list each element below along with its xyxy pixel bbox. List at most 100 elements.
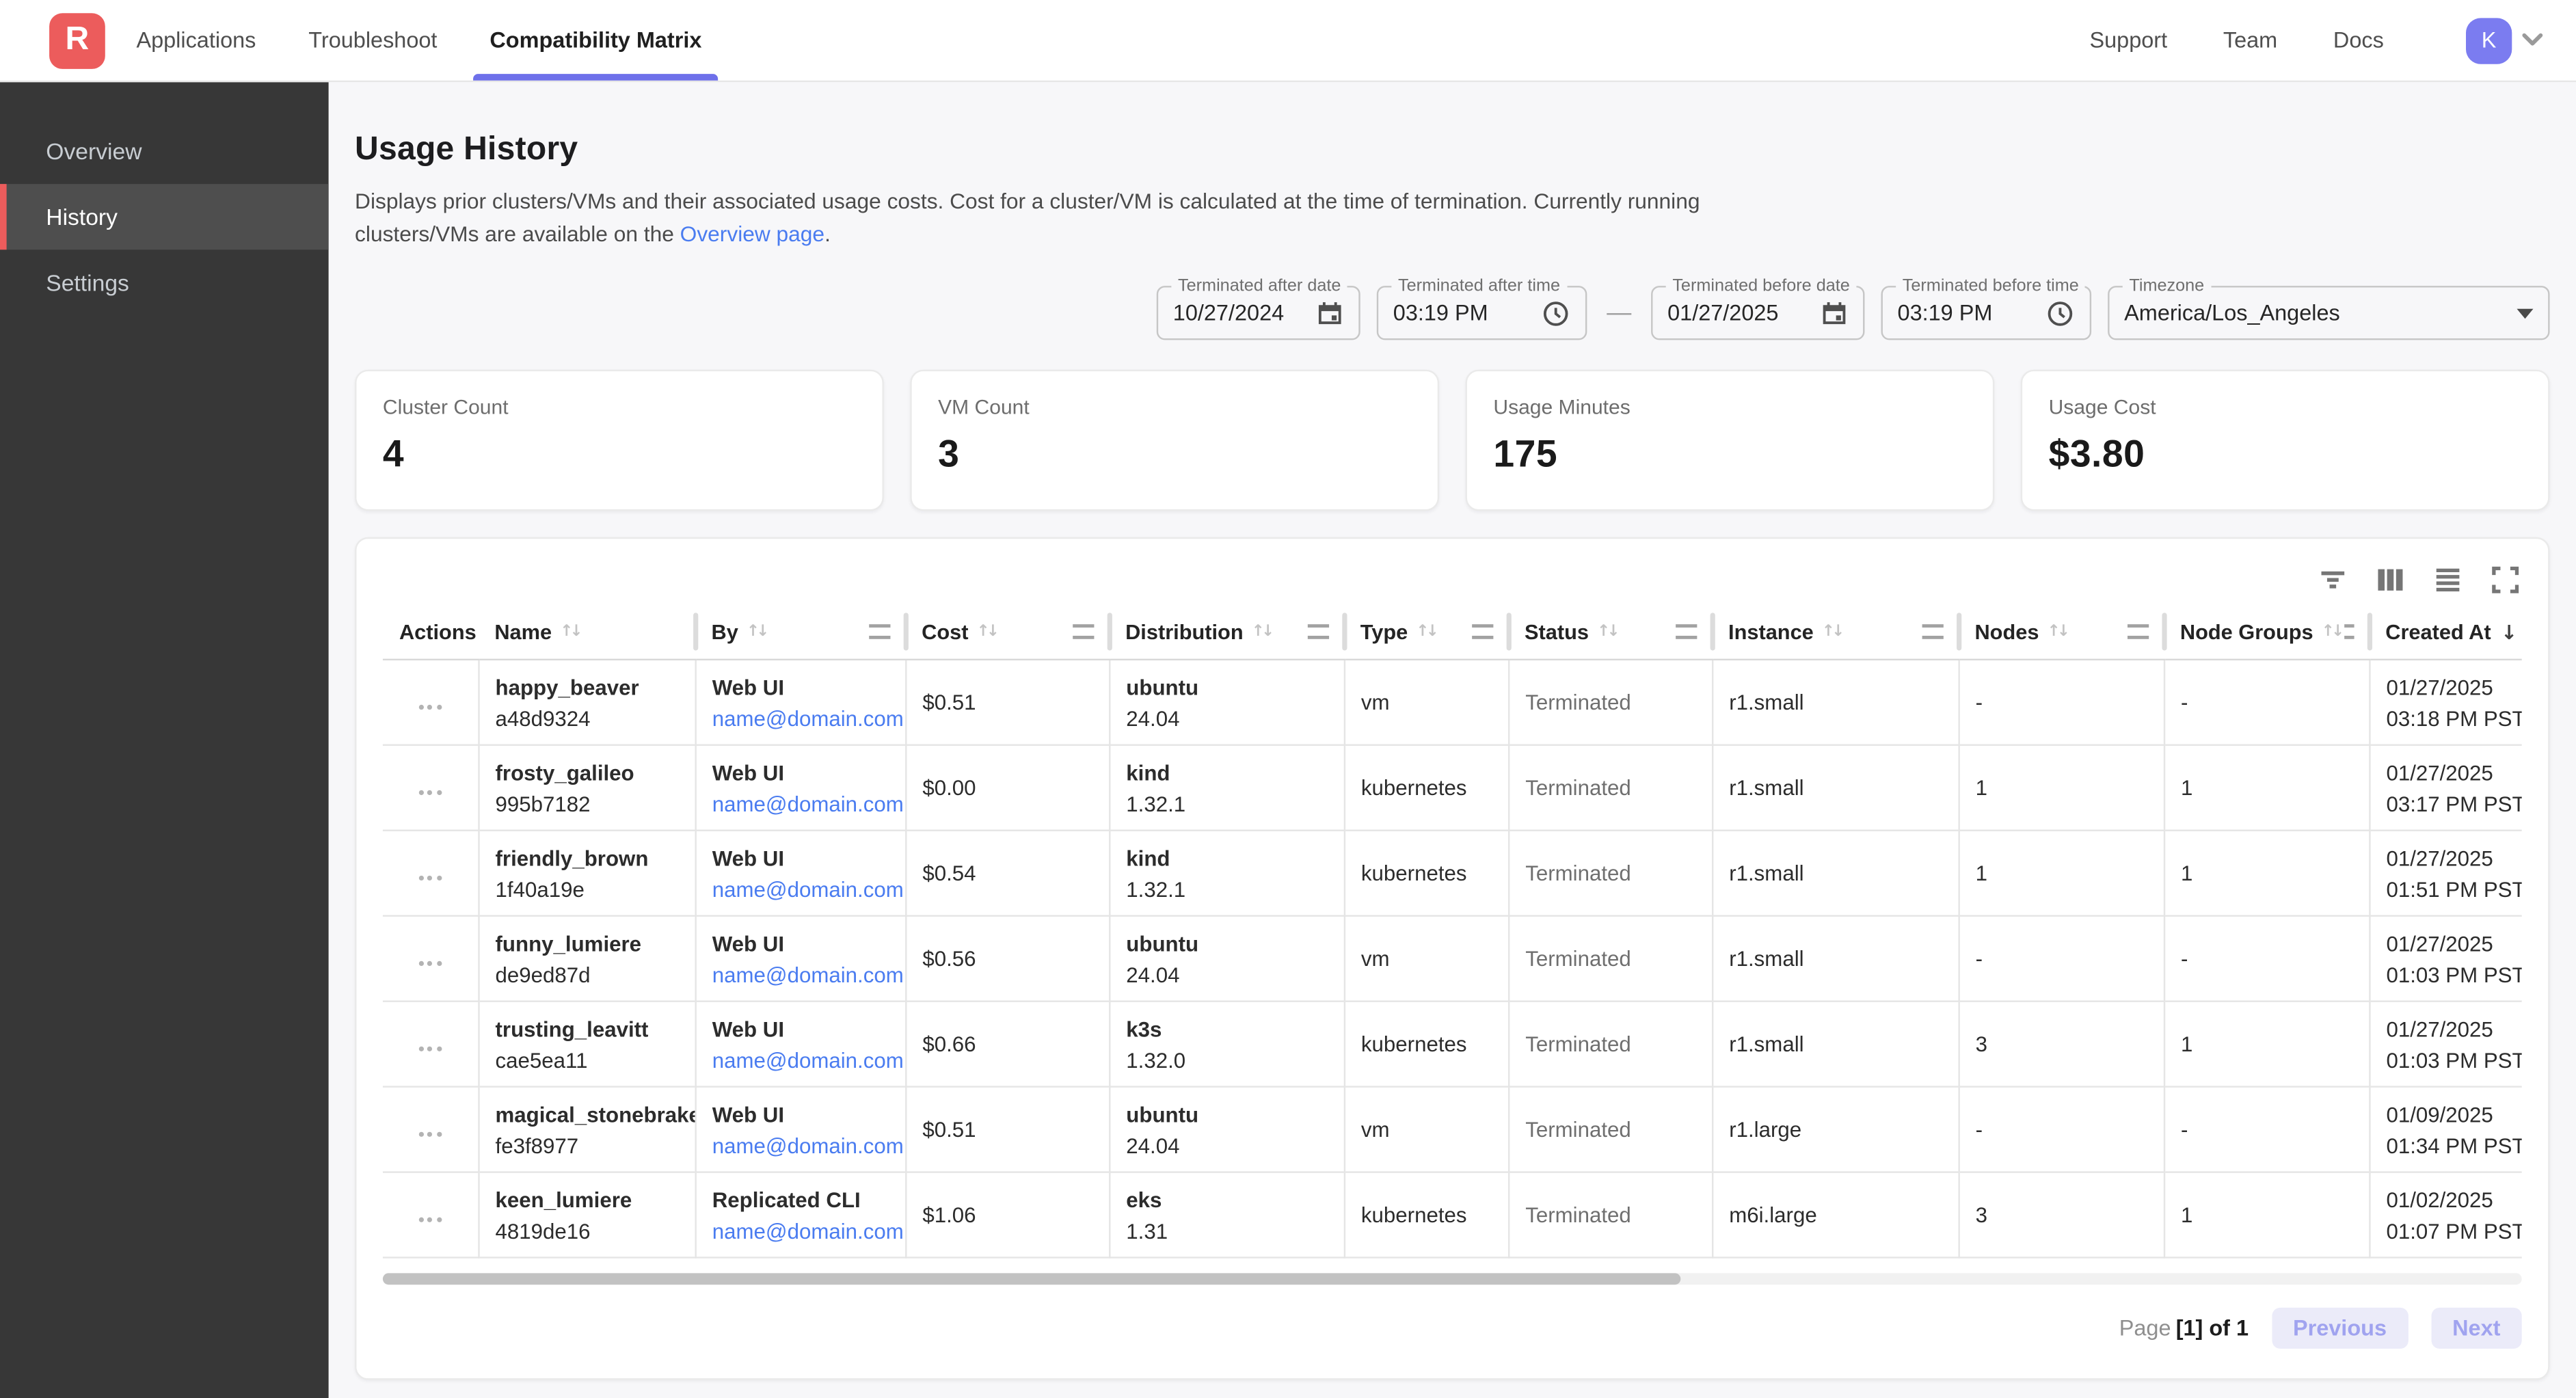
row-actions-button[interactable] xyxy=(412,1125,448,1142)
row-actions-button[interactable] xyxy=(412,783,448,801)
user-email-link[interactable]: name@domain.com xyxy=(712,1044,898,1075)
column-menu-icon[interactable] xyxy=(2128,624,2149,639)
column-menu-icon[interactable] xyxy=(1922,624,1944,639)
column-label: Cost xyxy=(922,619,968,644)
cell-name: magical_stonebrakerfe3f8977 xyxy=(478,1087,695,1172)
column-header-status[interactable]: Status↑↓ xyxy=(1508,604,1712,660)
cell-cost: $0.56 xyxy=(905,916,1109,1002)
page-indicator: Page[1] of 1 xyxy=(2119,1316,2249,1341)
terminated-before-date-field[interactable]: Terminated before date 01/27/2025 xyxy=(1651,286,1864,340)
nav-right: Support Team Docs K xyxy=(2090,17,2543,63)
cell-nodes: 3 xyxy=(1958,1002,2163,1087)
fullscreen-icon[interactable] xyxy=(2489,563,2522,596)
column-header-nodes[interactable]: Nodes↑↓ xyxy=(1958,604,2163,660)
cell-by: Web UIname@domain.com xyxy=(695,1087,905,1172)
table-toolbar xyxy=(383,539,2522,600)
row-actions-button[interactable] xyxy=(412,868,448,886)
column-header-actions[interactable]: Actions xyxy=(383,604,478,660)
column-header-name[interactable]: Name↑↓ xyxy=(478,604,695,660)
column-header-by[interactable]: By↑↓ xyxy=(695,604,905,660)
cell-actions xyxy=(383,831,478,916)
created-date: 01/27/2025 xyxy=(2386,671,2515,703)
terminated-after-date-field[interactable]: Terminated after date 10/27/2024 xyxy=(1157,286,1360,340)
clock-icon[interactable] xyxy=(2045,298,2075,327)
density-icon[interactable] xyxy=(2432,563,2465,596)
column-header-instance[interactable]: Instance↑↓ xyxy=(1712,604,1958,660)
calendar-icon[interactable] xyxy=(1316,299,1344,327)
column-menu-icon[interactable] xyxy=(1472,624,1493,639)
user-email-link[interactable]: name@domain.com xyxy=(712,1129,898,1161)
distribution-version: 1.32.0 xyxy=(1126,1044,1337,1075)
previous-button[interactable]: Previous xyxy=(2272,1308,2409,1349)
column-header-type[interactable]: Type↑↓ xyxy=(1344,604,1508,660)
row-actions-button[interactable] xyxy=(412,954,448,971)
description-line-2-text: clusters/VMs are available on the xyxy=(355,221,680,245)
row-actions-button[interactable] xyxy=(412,1210,448,1228)
field-label: Terminated before date xyxy=(1666,276,1857,297)
app-window: R Applications Troubleshoot Compatibilit… xyxy=(0,0,2576,1398)
column-menu-icon[interactable] xyxy=(1676,624,1697,639)
field-value: 01/27/2025 xyxy=(1667,301,1820,325)
tab-compatibility-matrix[interactable]: Compatibility Matrix xyxy=(489,0,701,81)
column-header-distribution[interactable]: Distribution↑↓ xyxy=(1109,604,1344,660)
column-menu-icon[interactable] xyxy=(2344,624,2354,639)
timezone-select[interactable]: Timezone America/Los_Angeles xyxy=(2108,286,2549,340)
horizontal-scrollbar-thumb[interactable] xyxy=(383,1273,1680,1285)
sidebar-item-history[interactable]: History xyxy=(0,184,329,250)
overview-page-link[interactable]: Overview page xyxy=(680,221,824,245)
sort-icon: ↑↓ xyxy=(976,623,999,641)
columns-icon[interactable] xyxy=(2374,563,2406,596)
user-email-link[interactable]: name@domain.com xyxy=(712,873,898,904)
cell-actions xyxy=(383,916,478,1002)
created-by: Replicated CLI xyxy=(712,1183,898,1215)
nav-link-team[interactable]: Team xyxy=(2223,28,2277,53)
calendar-icon[interactable] xyxy=(1821,299,1849,327)
user-email-link[interactable]: name@domain.com xyxy=(712,958,898,990)
row-actions-button[interactable] xyxy=(412,697,448,715)
cell-status: Terminated xyxy=(1508,1002,1712,1087)
column-header-node-groups[interactable]: Node Groups↑↓ xyxy=(2164,604,2369,660)
column-header-cost[interactable]: Cost ↑↓ xyxy=(905,604,1109,660)
column-menu-icon[interactable] xyxy=(869,624,890,639)
cell-distribution: kind1.32.1 xyxy=(1109,831,1344,916)
nav-link-support[interactable]: Support xyxy=(2090,28,2168,53)
tab-troubleshoot[interactable]: Troubleshoot xyxy=(308,0,437,81)
field-label: Timezone xyxy=(2123,276,2211,297)
cell-type: kubernetes xyxy=(1344,1002,1508,1087)
avatar[interactable]: K xyxy=(2466,17,2512,63)
terminated-after-time-field[interactable]: Terminated after time 03:19 PM xyxy=(1377,286,1587,340)
cell-actions xyxy=(383,1087,478,1172)
column-header-created-at[interactable]: Created At↓ xyxy=(2369,604,2521,660)
column-menu-icon[interactable] xyxy=(1073,624,1094,639)
filter-icon[interactable] xyxy=(2316,563,2349,596)
description-line-2: clusters/VMs are available on the Overvi… xyxy=(355,217,2549,250)
sidebar-item-settings[interactable]: Settings xyxy=(0,250,329,315)
clock-icon[interactable] xyxy=(1541,298,1570,327)
user-email-link[interactable]: name@domain.com xyxy=(712,788,898,819)
field-value: 10/27/2024 xyxy=(1173,301,1316,325)
account-menu[interactable]: K xyxy=(2466,17,2543,63)
user-email-link[interactable]: name@domain.com xyxy=(712,702,898,734)
sort-icon: ↑↓ xyxy=(1416,623,1438,641)
cell-by: Web UIname@domain.com xyxy=(695,916,905,1002)
distribution-version: 24.04 xyxy=(1126,1129,1337,1161)
cluster-id: 4819de16 xyxy=(496,1215,688,1246)
app-logo[interactable]: R xyxy=(49,12,105,68)
sidebar-item-overview[interactable]: Overview xyxy=(0,118,329,184)
cell-distribution: kind1.32.1 xyxy=(1109,745,1344,831)
row-actions-button[interactable] xyxy=(412,1039,448,1057)
nav-link-docs[interactable]: Docs xyxy=(2333,28,2384,53)
horizontal-scrollbar[interactable] xyxy=(383,1273,2522,1285)
user-email-link[interactable]: name@domain.com xyxy=(712,1215,898,1246)
tab-applications[interactable]: Applications xyxy=(136,0,256,81)
top-nav: R Applications Troubleshoot Compatibilit… xyxy=(0,0,2576,82)
sort-icon: ↑↓ xyxy=(2047,623,2069,641)
sort-desc-icon: ↓ xyxy=(2501,620,2517,643)
stat-label: VM Count xyxy=(938,396,1411,419)
cell-created: 01/02/202501:07 PM PST xyxy=(2369,1172,2521,1258)
column-menu-icon[interactable] xyxy=(1308,624,1329,639)
cell-by: Web UIname@domain.com xyxy=(695,831,905,916)
table-row: frosty_galileo995b7182Web UIname@domain.… xyxy=(383,745,2522,831)
terminated-before-time-field[interactable]: Terminated before time 03:19 PM xyxy=(1881,286,2092,340)
next-button[interactable]: Next xyxy=(2431,1308,2522,1349)
